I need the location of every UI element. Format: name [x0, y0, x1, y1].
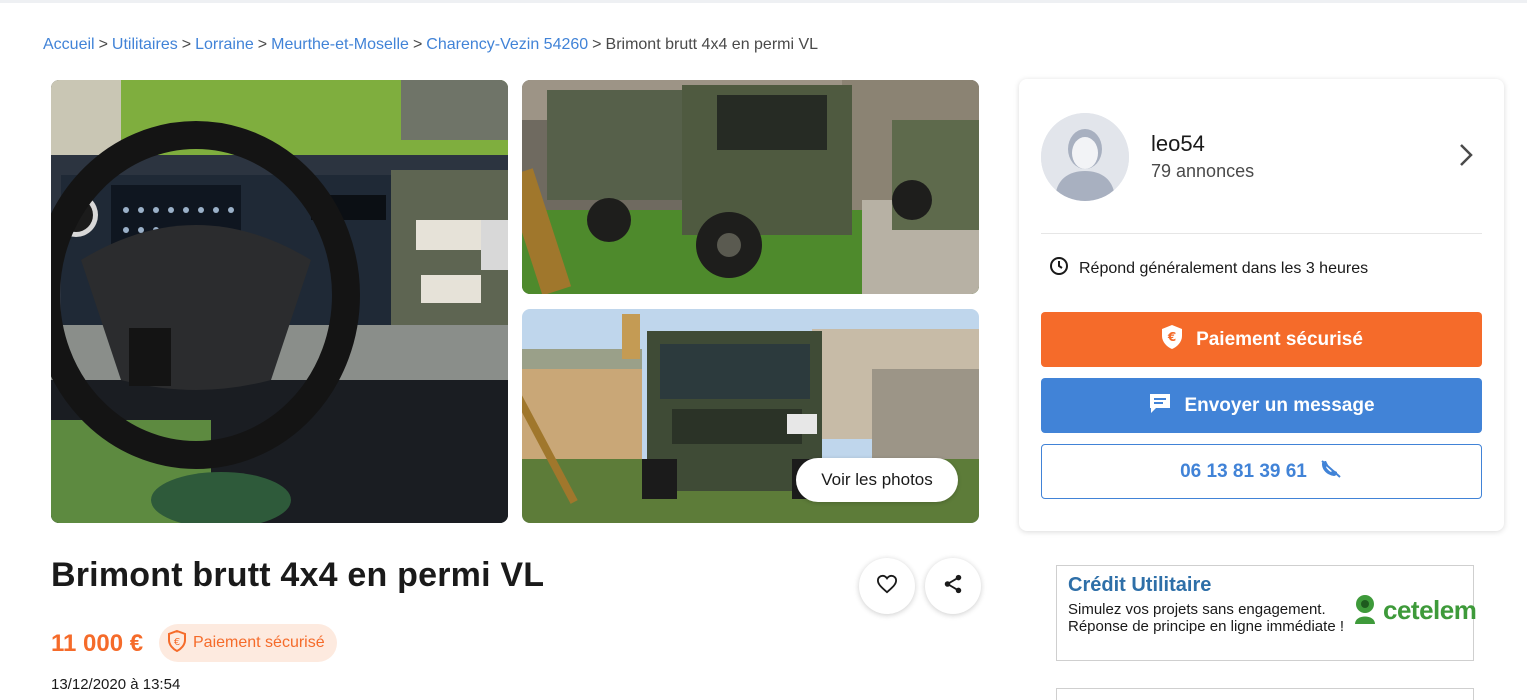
- share-button[interactable]: [925, 558, 981, 614]
- heart-icon: [876, 574, 898, 599]
- listing-title: Brimont brutt 4x4 en permi VL: [51, 556, 545, 594]
- response-time-label: Répond généralement dans les 3 heures: [1079, 259, 1369, 277]
- send-message-button-label: Envoyer un message: [1184, 394, 1375, 416]
- chevron-right-icon[interactable]: [1459, 143, 1473, 172]
- listing-date: 13/12/2020 à 13:54: [51, 676, 181, 693]
- phone-number-label: 06 13 81 39 61: [1180, 460, 1307, 482]
- credit-ad-text: Simulez vos projets sans engagement. Rép…: [1068, 601, 1344, 635]
- breadcrumb-current: Brimont brutt 4x4 en permi VL: [605, 36, 819, 53]
- send-message-button[interactable]: Envoyer un message: [1041, 378, 1482, 433]
- share-icon: [942, 573, 964, 600]
- breadcrumb-link-utilitaires[interactable]: Utilitaires: [112, 36, 178, 53]
- cetelem-wordmark: cetelem: [1383, 594, 1477, 625]
- breadcrumb-link-city[interactable]: Charency-Vezin 54260: [426, 36, 588, 53]
- phone-hidden-icon: [1319, 459, 1343, 485]
- secure-payment-button-label: Paiement sécurisé: [1196, 328, 1363, 350]
- cetelem-logo: cetelem: [1353, 594, 1477, 626]
- breadcrumb-separator: >: [592, 36, 602, 53]
- svg-text:€: €: [1167, 330, 1176, 344]
- top-divider: [0, 0, 1527, 3]
- seller-card: leo54 79 annonces Répond généralement da…: [1019, 79, 1504, 531]
- favorite-button[interactable]: [859, 558, 915, 614]
- phone-number-button[interactable]: 06 13 81 39 61: [1041, 444, 1482, 499]
- svg-text:€: €: [174, 637, 180, 648]
- divider: [1041, 233, 1482, 234]
- photo-truck-side[interactable]: [522, 80, 979, 294]
- credit-ad-title[interactable]: Crédit Utilitaire: [1068, 574, 1211, 597]
- second-ad-box: [1056, 688, 1474, 700]
- breadcrumb-separator: >: [98, 36, 108, 53]
- shield-euro-icon: €: [167, 629, 187, 657]
- seller-ads-count[interactable]: 79 annonces: [1151, 161, 1254, 182]
- photo-main[interactable]: [51, 80, 508, 523]
- breadcrumb-separator: >: [257, 36, 268, 53]
- seller-name[interactable]: leo54: [1151, 131, 1205, 157]
- shield-euro-icon: €: [1160, 324, 1184, 356]
- secure-payment-label: Paiement sécurisé: [193, 634, 325, 651]
- breadcrumb-separator: >: [181, 36, 192, 53]
- breadcrumb-separator: >: [412, 36, 423, 53]
- breadcrumb-link-department[interactable]: Meurthe-et-Moselle: [271, 36, 409, 53]
- see-photos-button[interactable]: Voir les photos: [796, 458, 958, 502]
- secure-payment-badge: € Paiement sécurisé: [159, 624, 337, 662]
- listing-price: 11 000 €: [51, 630, 144, 657]
- cetelem-mascot-icon: [1355, 595, 1375, 624]
- response-time: Répond généralement dans les 3 heures: [1049, 256, 1368, 281]
- credit-ad[interactable]: Crédit Utilitaire Simulez vos projets sa…: [1056, 565, 1477, 661]
- message-icon: [1148, 392, 1172, 420]
- secure-payment-button[interactable]: € Paiement sécurisé: [1041, 312, 1482, 367]
- clock-icon: [1049, 256, 1069, 281]
- breadcrumb: Accueil > Utilitaires > Lorraine > Meurthe-et-…: [43, 36, 818, 54]
- breadcrumb-link-lorraine[interactable]: Lorraine: [195, 36, 254, 53]
- breadcrumb-link-accueil[interactable]: Accueil: [43, 36, 95, 53]
- avatar[interactable]: [1041, 113, 1129, 201]
